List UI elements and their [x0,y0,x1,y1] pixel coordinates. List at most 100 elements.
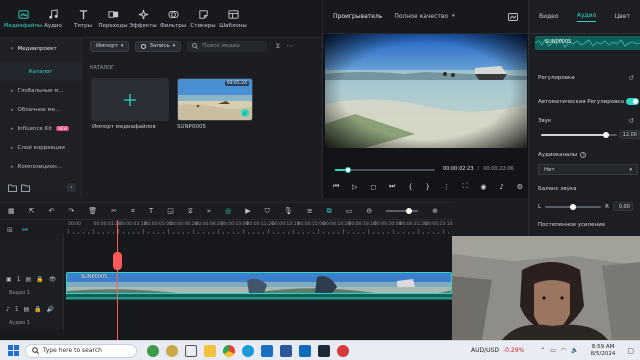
fullscreen-icon[interactable]: ⛶ [463,182,468,191]
windows-start-icon[interactable] [8,345,19,356]
redo-icon[interactable]: ↷ [68,207,74,215]
delete-icon[interactable]: 🗑 [88,207,97,215]
notification-icon[interactable]: ▢ [627,347,634,355]
sidebar-item-global[interactable]: ▸ Глобальные м... [0,81,81,100]
zoom-out-icon[interactable]: ⊖ [366,207,372,215]
cut-icon[interactable]: ✂ [111,207,117,215]
record-dropdown[interactable]: Запись ▾ [135,40,182,52]
lock-icon[interactable]: 🔒 [36,276,43,283]
layout-icon[interactable]: ▦ [8,207,15,215]
chrome-icon[interactable] [223,344,235,357]
sidebar-item-catalog[interactable]: Каталог [0,62,81,81]
auto-adjust-toggle[interactable] [626,98,639,105]
import-dropdown[interactable]: Импорт ▾ [90,40,130,52]
play-range-icon[interactable]: ▶ [245,207,250,215]
timeline-ruler[interactable]: 00:00 00:00:01:20 00:00:03:10 00:00:05:00 00… [0,220,452,234]
toolbar-media[interactable]: Медиафайлы [4,0,42,38]
help-icon[interactable]: ? [580,152,587,158]
mask-icon[interactable]: ◲ [167,207,174,215]
mark-out-icon[interactable]: } [426,183,430,191]
toolbar-effects[interactable]: Эффекты [128,0,158,38]
stop-icon[interactable]: ◻ [370,183,376,191]
sidebar-item-compound[interactable]: ▸ Композицион... [0,157,81,176]
add-track-icon[interactable]: ⊞ [7,226,13,234]
wifi-icon[interactable]: ◠ [561,347,566,354]
toolbar-titles[interactable]: Титры [68,0,98,38]
eye-icon[interactable]: 👁 [49,276,57,283]
channels-select[interactable]: Нет ▾ [538,164,638,175]
camera-icon[interactable]: ◉ [480,183,486,191]
folder-icon[interactable]: ▤ [26,276,32,283]
snap-icon[interactable]: ⧉ [327,207,332,216]
volume-icon[interactable]: ♪ [499,183,503,191]
prev-frame-icon[interactable]: ⏮ [333,182,339,191]
outlook-icon[interactable] [299,344,311,357]
settings-icon[interactable]: ⚙ [517,183,523,191]
quality-dropdown[interactable]: Полное качество ▾ [394,13,454,20]
volume-slider[interactable] [541,132,617,138]
collapse-sidebar-button[interactable]: ‹ [67,183,76,192]
zoom-in-icon[interactable]: ⊕ [432,207,438,215]
toolbar-audio[interactable]: Аудио [38,0,68,38]
taskbar-search-input[interactable]: Type here to search [25,343,137,358]
video-frame[interactable] [325,34,527,148]
crop-icon[interactable]: ⌗ [131,207,135,216]
next-frame-icon[interactable]: ⏭ [389,182,395,191]
chevron-up-icon[interactable]: ⌃ [540,347,545,354]
list-icon[interactable]: ≡ [307,207,313,215]
tab-audio[interactable]: Аудио [576,12,597,22]
sidebar-item-influence[interactable]: ▸ Influence Kit NEW [0,119,81,138]
timeline-audio-clip[interactable] [66,293,452,300]
balance-value[interactable]: 0,00 [612,202,633,211]
plant-widget-icon[interactable] [147,344,159,357]
media-thumbnail[interactable]: 00:05:24 ✓ [177,78,253,121]
search-input[interactable]: Поиск медиа [187,40,268,52]
mic-icon[interactable]: 🎙 [284,207,293,215]
weather-icon[interactable] [166,344,178,357]
progress-knob[interactable] [345,167,351,173]
render-icon[interactable]: ▭ [346,207,353,215]
import-media-card[interactable] [91,78,169,121]
more-icon[interactable]: ⋯ [286,42,293,50]
mail-icon[interactable] [261,344,273,357]
play-icon[interactable]: ▷ [352,183,357,191]
volume-icon[interactable]: 🔊 [47,306,54,313]
stock-ticker[interactable]: AUD/USD -0.29% [471,347,524,354]
select-tool-icon[interactable]: ⇱ [29,207,35,215]
volume-icon[interactable]: 🔈 [571,347,578,354]
mark-in-icon[interactable]: { [408,183,412,191]
folder-icon[interactable]: ▤ [24,306,30,313]
playhead-handle[interactable] [113,252,122,270]
volume-value[interactable]: 12,00 [620,130,640,139]
tab-player[interactable]: Проигрыватель [333,13,382,20]
task-view-icon[interactable] [185,344,197,357]
split-icon[interactable]: ⋮ [443,183,450,191]
clock[interactable]: 8:59 AM 8/5/2024 [591,344,616,358]
toolbar-templates[interactable]: Шаблоны [218,0,248,38]
more-tools-icon[interactable]: » [207,207,211,215]
balance-slider[interactable] [545,203,602,210]
word-icon[interactable] [280,344,292,357]
network-icon[interactable]: ▭ [550,347,556,354]
sidebar-item-adjustment[interactable]: ▸ Слой коррекции [0,138,81,157]
snapshot-icon[interactable] [508,12,518,21]
text-icon[interactable]: T [149,207,153,215]
zoom-slider[interactable] [386,208,419,214]
volume-knob[interactable] [602,132,609,138]
tab-color[interactable]: Цвет [615,13,630,20]
balance-knob[interactable] [570,203,577,210]
sidebar-item-project[interactable]: ▾ Медиапроект [0,39,81,58]
reset-icon[interactable]: ↺ [628,117,634,125]
shield-icon[interactable]: ⛉ [265,207,270,216]
ai-icon[interactable]: ◎ [225,207,231,215]
tab-video[interactable]: Видео [539,13,559,20]
speed-icon[interactable]: ⧖ [188,207,193,216]
undo-icon[interactable]: ↶ [49,207,55,215]
reset-icon[interactable]: ↺ [628,74,634,82]
zoom-knob[interactable] [406,208,413,214]
folder-add-icon[interactable] [8,184,17,192]
filmora-icon[interactable] [318,344,330,357]
link-icon[interactable]: ⚯ [22,226,28,234]
playback-progress[interactable] [335,167,435,173]
folder-icon[interactable] [20,184,30,192]
